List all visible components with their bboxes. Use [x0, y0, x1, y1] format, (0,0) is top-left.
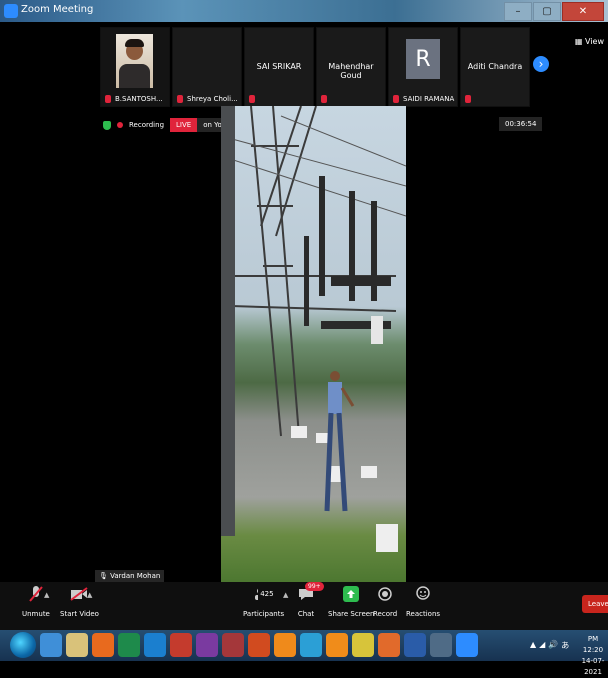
reactions-icon: [413, 584, 433, 604]
security-shield-icon[interactable]: [103, 120, 111, 130]
view-button[interactable]: ▦ View: [575, 37, 604, 46]
matlab-icon[interactable]: [378, 633, 400, 657]
record-button[interactable]: Record: [373, 584, 397, 618]
participants-options-chevron-icon[interactable]: ▲: [283, 591, 288, 599]
word-icon[interactable]: [404, 633, 426, 657]
participant-tile[interactable]: R SAIDI RAMANA: [388, 27, 458, 107]
record-icon: [375, 584, 395, 604]
windows-taskbar: ▲ ◢ 🔊 あ PM 12:20 14-07-2021: [0, 630, 608, 676]
participant-name: B.SANTOSH...: [115, 95, 163, 103]
access-icon[interactable]: [222, 633, 244, 657]
start-video-button[interactable]: Start Video: [60, 584, 99, 618]
active-speaker-label: 🎙 Vardan Mohan: [95, 570, 165, 582]
participant-name: Aditi Chandra: [467, 62, 523, 71]
firefox-icon[interactable]: [274, 633, 296, 657]
powerpoint-icon[interactable]: [170, 633, 192, 657]
recording-dot-icon: [117, 122, 123, 128]
taskbar-clock[interactable]: PM 12:20 14-07-2021: [578, 634, 608, 678]
network-icon[interactable]: ◢: [539, 640, 545, 651]
system-tray: ▲ ◢ 🔊 あ: [530, 640, 569, 651]
share-screen-button[interactable]: Share Screen: [328, 584, 375, 618]
video-options-chevron-icon[interactable]: ▲: [87, 591, 92, 599]
outlook-icon[interactable]: [430, 633, 452, 657]
participant-tile[interactable]: SAI SRIKAR: [244, 27, 314, 107]
reactions-label: Reactions: [406, 610, 441, 618]
participant-tile[interactable]: Mahendhar Goud: [316, 27, 386, 107]
meeting-timer: 00:36:54: [499, 117, 543, 131]
clock-time: PM 12:20: [582, 635, 604, 654]
mic-muted-icon: [177, 95, 183, 103]
meeting-toolbar: Unmute ▲ Start Video ▲ 425 Participants …: [0, 582, 608, 630]
tray-arrow-icon[interactable]: ▲: [530, 640, 536, 651]
mic-muted-icon: [105, 95, 111, 103]
start-video-label: Start Video: [60, 610, 99, 618]
active-speaker-video: [221, 106, 406, 583]
minimize-button[interactable]: –: [504, 2, 532, 21]
window-title: Zoom Meeting: [21, 4, 94, 15]
mic-muted-icon: [321, 95, 327, 103]
zoom-taskbar-icon[interactable]: [300, 633, 322, 657]
share-screen-icon: [341, 584, 361, 604]
live-badge: LIVE: [170, 118, 198, 132]
chat-button[interactable]: 99+ Chat: [296, 582, 324, 618]
mic-muted-icon: [26, 584, 46, 604]
person-figure: [324, 371, 355, 512]
participants-count: 425: [260, 590, 274, 598]
window-controls: – ▢ ✕: [504, 2, 604, 21]
chat-unread-badge: 99+: [305, 582, 324, 591]
mic-icon: 🎙: [99, 572, 111, 580]
notes-icon[interactable]: [66, 633, 88, 657]
participants-icon: 425: [254, 584, 274, 604]
next-page-arrow-icon[interactable]: ›: [533, 56, 549, 72]
maximize-button[interactable]: ▢: [533, 2, 561, 21]
onenote-icon[interactable]: [196, 633, 218, 657]
excel-icon[interactable]: [118, 633, 140, 657]
participant-name: Shreya Choli...: [187, 95, 238, 103]
ie-icon[interactable]: [40, 633, 62, 657]
close-window-button[interactable]: ✕: [562, 2, 604, 21]
window-titlebar: Zoom Meeting – ▢ ✕: [0, 0, 608, 22]
clock-date: 14-07-2021: [581, 657, 605, 676]
recording-label: Recording: [129, 121, 165, 129]
edge-icon[interactable]: [144, 633, 166, 657]
chat-label: Chat: [297, 610, 315, 618]
letter-avatar: R: [406, 39, 440, 79]
substation-scene: [221, 106, 406, 552]
leave-button[interactable]: Leave: [582, 595, 608, 613]
active-speaker-name: Vardan Mohan: [110, 572, 161, 580]
share-screen-label: Share Screen: [328, 610, 375, 618]
participants-label: Participants: [243, 610, 285, 618]
participant-strip: B.SANTOSH... Shreya Choli... SAI SRIKAR …: [100, 27, 532, 107]
chrome-icon[interactable]: [352, 633, 374, 657]
record-label: Record: [373, 610, 398, 618]
zoom-app-icon: [4, 4, 18, 18]
participants-button[interactable]: 425 Participants: [243, 584, 284, 618]
participant-name: Mahendhar Goud: [328, 62, 374, 80]
pdf-icon[interactable]: [248, 633, 270, 657]
mic-muted-icon: [393, 95, 399, 103]
reactions-button[interactable]: Reactions: [406, 584, 440, 618]
participant-photo: [116, 34, 153, 88]
mic-muted-icon: [465, 95, 471, 103]
zoom-active-icon[interactable]: [456, 633, 478, 657]
audio-options-chevron-icon[interactable]: ▲: [44, 591, 49, 599]
chat-icon: 99+: [296, 582, 324, 604]
participant-name: SAIDI RAMANA: [403, 95, 455, 103]
participant-tile[interactable]: B.SANTOSH...: [100, 27, 170, 107]
participant-name: SAI SRIKAR: [256, 62, 302, 71]
vlc-icon[interactable]: [326, 633, 348, 657]
participant-tile[interactable]: Shreya Choli...: [172, 27, 242, 107]
ime-icon[interactable]: あ: [561, 640, 569, 651]
q-app-icon[interactable]: [92, 633, 114, 657]
participant-tile[interactable]: Aditi Chandra: [460, 27, 530, 107]
start-button[interactable]: [10, 632, 36, 658]
volume-icon[interactable]: 🔊: [548, 640, 558, 651]
mic-muted-icon: [249, 95, 255, 103]
unmute-label: Unmute: [22, 610, 50, 618]
unmute-button[interactable]: Unmute: [22, 584, 50, 618]
view-label: View: [585, 37, 604, 46]
